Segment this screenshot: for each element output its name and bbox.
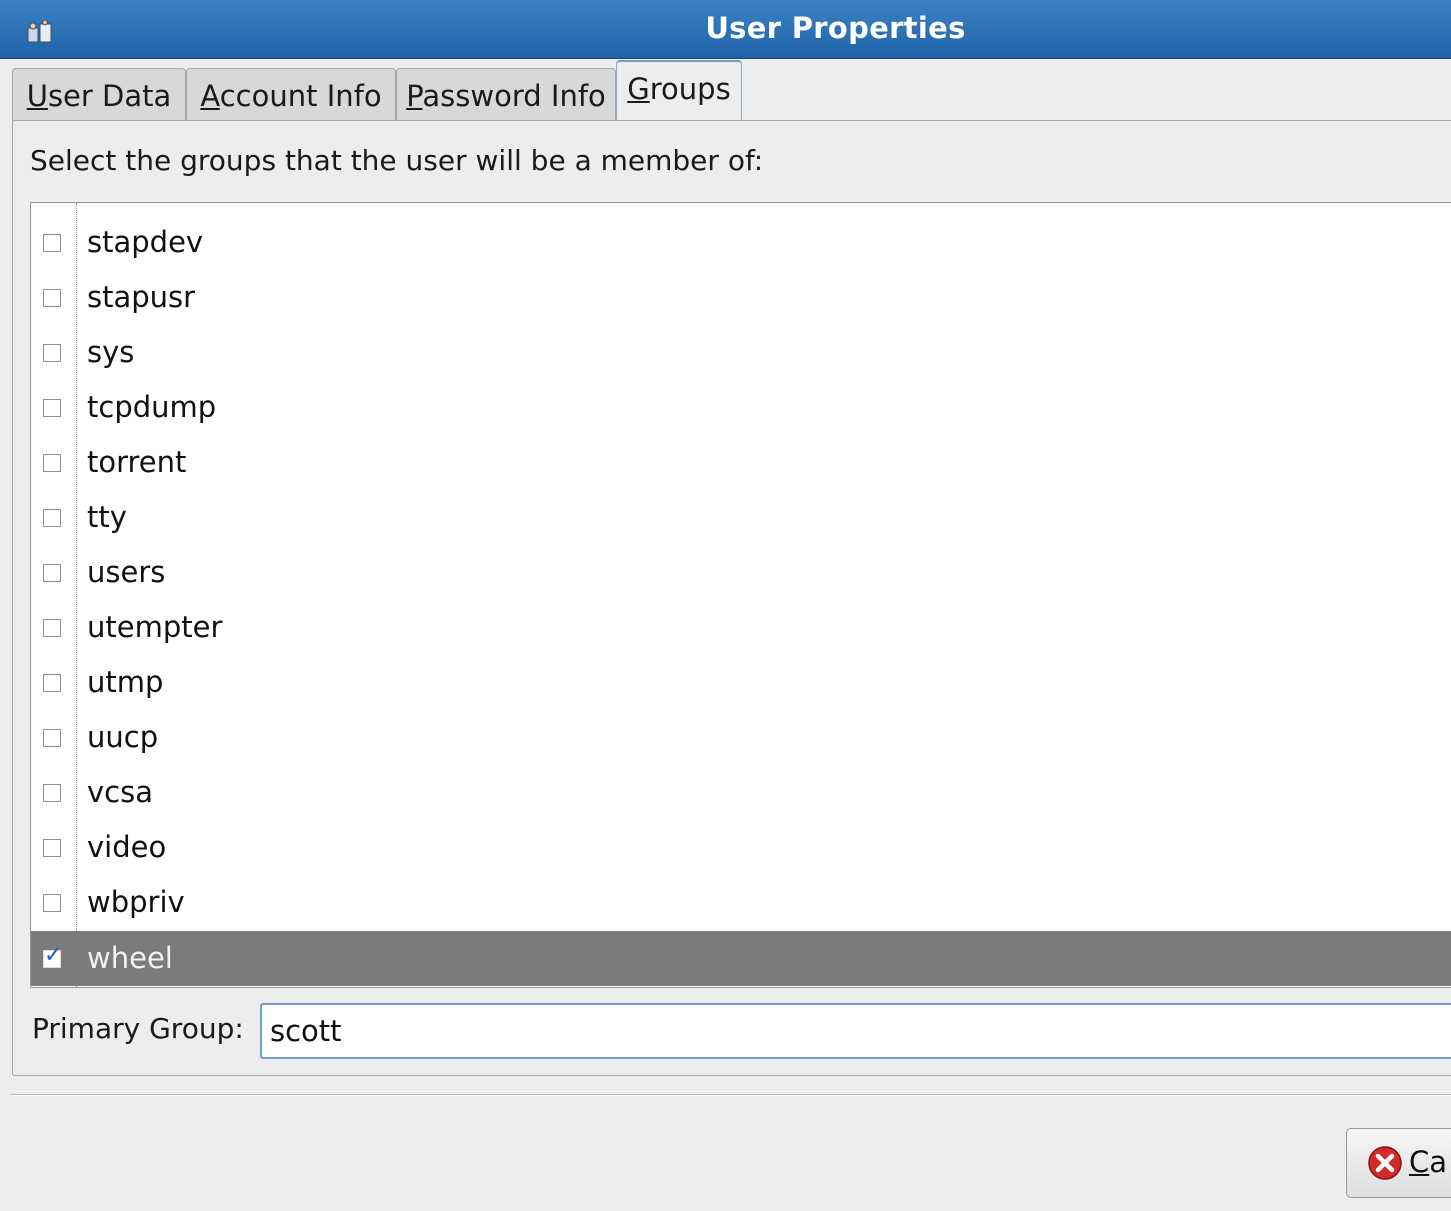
- group-name: utempter: [87, 610, 223, 644]
- group-name: vcsa: [87, 775, 153, 809]
- group-row-wbpriv[interactable]: wbpriv: [31, 875, 1451, 930]
- group-row-video[interactable]: video: [31, 820, 1451, 875]
- group-checkbox[interactable]: [43, 509, 61, 527]
- group-name: video: [87, 830, 167, 864]
- group-checkbox[interactable]: [43, 729, 61, 747]
- group-checkbox[interactable]: [43, 289, 61, 307]
- group-checkbox[interactable]: [43, 619, 61, 637]
- group-name: users: [87, 555, 166, 589]
- group-checkbox[interactable]: [43, 344, 61, 362]
- group-checkbox[interactable]: [43, 674, 61, 692]
- primary-group-input[interactable]: [260, 1003, 1451, 1059]
- tab-mnemonic: P: [406, 79, 423, 113]
- cancel-icon: [1368, 1146, 1402, 1180]
- group-row-uucp[interactable]: uucp: [31, 710, 1451, 765]
- tab-password-info[interactable]: Password Info: [396, 68, 616, 124]
- instruction-label: Select the groups that the user will be …: [30, 144, 764, 177]
- group-name: utmp: [87, 665, 164, 699]
- group-row-utempter[interactable]: utempter: [31, 600, 1451, 655]
- group-name: tty: [87, 500, 127, 534]
- tab-label: assword Info: [422, 79, 606, 113]
- group-row-torrent[interactable]: torrent: [31, 435, 1451, 490]
- cancel-label: a: [1429, 1145, 1448, 1179]
- group-row-tty[interactable]: tty: [31, 490, 1451, 545]
- group-checkbox[interactable]: [43, 399, 61, 417]
- group-row-wheel[interactable]: ✓ wheel: [31, 931, 1451, 986]
- primary-group-label: Primary Group:: [32, 1012, 244, 1045]
- group-name: tcpdump: [87, 390, 217, 424]
- group-row-utmp[interactable]: utmp: [31, 655, 1451, 710]
- tab-user-data[interactable]: User Data: [12, 68, 186, 124]
- group-checkbox[interactable]: [43, 234, 61, 252]
- tab-mnemonic: G: [627, 72, 650, 106]
- group-row-users[interactable]: users: [31, 545, 1451, 600]
- tab-label: roups: [649, 72, 731, 106]
- group-row-stapusr[interactable]: stapusr: [31, 270, 1451, 325]
- group-checkbox[interactable]: [43, 454, 61, 472]
- tab-account-info[interactable]: Account Info: [186, 68, 396, 124]
- tab-label: ccount Info: [219, 79, 382, 113]
- window-title: User Properties: [705, 11, 966, 45]
- group-checkbox[interactable]: ✓: [43, 945, 62, 968]
- group-name: stapdev: [87, 225, 204, 259]
- checkmark-icon: ✓: [44, 943, 63, 968]
- group-checkbox[interactable]: [43, 784, 61, 802]
- group-name: wheel: [87, 941, 173, 975]
- group-name: uucp: [87, 720, 159, 754]
- group-row-tcpdump[interactable]: tcpdump: [31, 380, 1451, 435]
- group-checkbox[interactable]: [43, 894, 61, 912]
- group-checkbox[interactable]: [43, 839, 61, 857]
- divider: [10, 1094, 1451, 1096]
- tab-mnemonic: A: [200, 79, 220, 113]
- cancel-mnemonic: C: [1409, 1145, 1430, 1179]
- group-name: stapusr: [87, 280, 196, 314]
- group-name: sys: [87, 335, 135, 369]
- title-bar: User Properties: [0, 0, 1451, 59]
- group-row-vcsa[interactable]: vcsa: [31, 765, 1451, 820]
- tab-groups[interactable]: Groups: [616, 60, 742, 122]
- tab-mnemonic: U: [26, 79, 48, 113]
- group-name: wbpriv: [87, 885, 185, 919]
- groups-list[interactable]: stapdev stapusr sys tcpdump torrent tty …: [30, 202, 1451, 988]
- group-row-sys[interactable]: sys: [31, 325, 1451, 380]
- group-checkbox[interactable]: [43, 564, 61, 582]
- group-row-stapdev[interactable]: stapdev: [31, 215, 1451, 270]
- tab-label: ser Data: [47, 79, 172, 113]
- cancel-button[interactable]: Ca: [1346, 1128, 1451, 1198]
- group-name: torrent: [87, 445, 187, 479]
